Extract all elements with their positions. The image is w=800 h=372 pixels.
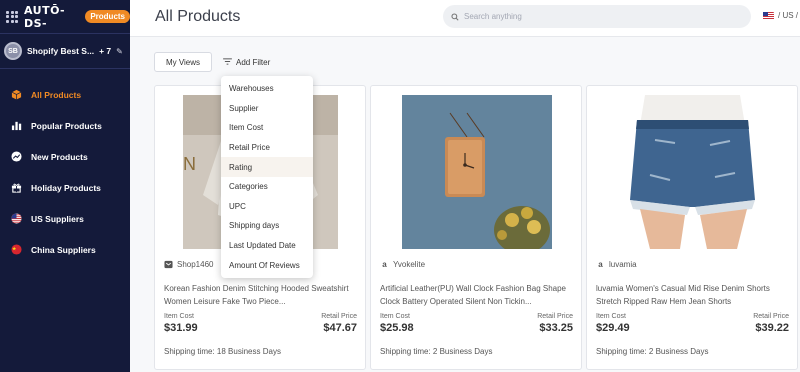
divider: [0, 68, 130, 69]
sidebar-item-china-suppliers[interactable]: China Suppliers: [0, 234, 130, 265]
sidebar-item-all-products[interactable]: All Products: [0, 79, 130, 110]
my-views-button[interactable]: My Views: [154, 52, 212, 72]
box-icon: [11, 89, 22, 100]
product-image[interactable]: [615, 95, 770, 249]
supplier-name: luvamia: [609, 260, 637, 269]
item-cost-value: $31.99: [164, 322, 198, 334]
supplier-name: Yvokelite: [393, 260, 426, 269]
store-extra-count: + 7: [99, 46, 112, 56]
filter-option-upc[interactable]: UPC: [221, 197, 313, 217]
retail-price-value: $33.25: [539, 322, 573, 334]
retail-price-value: $47.67: [323, 322, 357, 334]
add-filter-label: Add Filter: [236, 57, 271, 67]
item-cost-label: Item Cost: [380, 313, 410, 320]
china-flag-icon: [11, 244, 22, 255]
sidebar-item-label: Popular Products: [31, 120, 102, 131]
products-badge: Products: [85, 10, 130, 23]
sidebar-nav: All Products Popular Products New Produc…: [0, 79, 130, 265]
store-icon: [164, 260, 173, 269]
filter-option-categories[interactable]: Categories: [221, 177, 313, 197]
amazon-icon: a: [382, 260, 387, 269]
shipping-time: Shipping time: 18 Business Days: [164, 347, 281, 356]
amazon-icon: a: [598, 260, 603, 269]
filter-option-last-updated-date[interactable]: Last Updated Date: [221, 236, 313, 256]
retail-price-label: Retail Price: [537, 313, 573, 320]
sidebar-item-label: All Products: [31, 89, 82, 100]
filter-option-shipping-days[interactable]: Shipping days: [221, 216, 313, 236]
filter-option-warehouses[interactable]: Warehouses: [221, 79, 313, 99]
us-flag-icon: [763, 11, 774, 20]
page-title: All Products: [155, 8, 241, 25]
filter-option-amount-of-reviews[interactable]: Amount Of Reviews: [221, 255, 313, 275]
filter-icon: [223, 57, 232, 67]
store-name: Shopify Best S...: [27, 46, 95, 56]
search-bar[interactable]: [443, 5, 751, 28]
sidebar-item-label: Holiday Products: [31, 182, 101, 193]
apps-grid-icon[interactable]: [6, 10, 18, 23]
store-selector[interactable]: SB Shopify Best S... + 7 ✎: [0, 34, 130, 68]
sidebar-item-new-products[interactable]: New Products: [0, 141, 130, 172]
store-avatar: SB: [4, 42, 22, 60]
header: All Products / US /: [130, 0, 800, 37]
item-cost-label: Item Cost: [164, 313, 194, 320]
filter-dropdown-menu: Warehouses Supplier Item Cost Retail Pri…: [221, 76, 313, 278]
supplier-name: Shop1460: [177, 260, 214, 269]
filter-option-rating[interactable]: Rating: [221, 157, 313, 177]
product-title[interactable]: luvamia Women's Casual Mid Rise Denim Sh…: [596, 282, 792, 308]
us-flag-icon: [11, 213, 22, 224]
product-card[interactable]: a Yvokelite Artificial Leather(PU) Wall …: [370, 85, 582, 370]
shipping-time: Shipping time: 2 Business Days: [380, 347, 493, 356]
filter-option-item-cost[interactable]: Item Cost: [221, 118, 313, 138]
product-image[interactable]: [402, 95, 552, 249]
gift-icon: [11, 182, 22, 193]
retail-price-label: Retail Price: [321, 313, 357, 320]
bar-chart-icon: [11, 120, 22, 131]
filter-option-retail-price[interactable]: Retail Price: [221, 138, 313, 158]
supplier[interactable]: a luvamia: [596, 260, 637, 269]
retail-price-label: Retail Price: [753, 313, 789, 320]
filter-option-supplier[interactable]: Supplier: [221, 99, 313, 119]
sidebar: AUTŌ-DS- Products SB Shopify Best S... +…: [0, 0, 130, 372]
edit-pencil-icon[interactable]: ✎: [116, 47, 123, 56]
sidebar-item-label: US Suppliers: [31, 213, 84, 224]
trend-icon: [11, 151, 22, 162]
sidebar-item-us-suppliers[interactable]: US Suppliers: [0, 203, 130, 234]
search-input[interactable]: [464, 12, 734, 21]
sidebar-item-label: New Products: [31, 151, 88, 162]
shipping-time: Shipping time: 2 Business Days: [596, 347, 709, 356]
supplier[interactable]: a Yvokelite: [380, 260, 425, 269]
brand-bar: AUTŌ-DS- Products: [0, 0, 130, 33]
svg-text:N: N: [183, 154, 196, 174]
locale-selector[interactable]: / US /: [763, 11, 798, 20]
product-title[interactable]: Artificial Leather(PU) Wall Clock Fashio…: [380, 282, 576, 308]
supplier[interactable]: Shop1460: [164, 260, 213, 269]
sidebar-item-holiday-products[interactable]: Holiday Products: [0, 172, 130, 203]
product-card[interactable]: a luvamia luvamia Women's Casual Mid Ris…: [586, 85, 798, 370]
sidebar-item-label: China Suppliers: [31, 244, 96, 255]
item-cost-value: $29.49: [596, 322, 630, 334]
add-filter-button[interactable]: Add Filter: [217, 52, 276, 72]
retail-price-value: $39.22: [755, 322, 789, 334]
product-title[interactable]: Korean Fashion Denim Stitching Hooded Sw…: [164, 282, 360, 308]
item-cost-value: $25.98: [380, 322, 414, 334]
item-cost-label: Item Cost: [596, 313, 626, 320]
search-icon: [451, 8, 459, 26]
logo[interactable]: AUTŌ-DS-: [24, 4, 77, 30]
sidebar-item-popular-products[interactable]: Popular Products: [0, 110, 130, 141]
locale-text: / US /: [778, 11, 799, 20]
